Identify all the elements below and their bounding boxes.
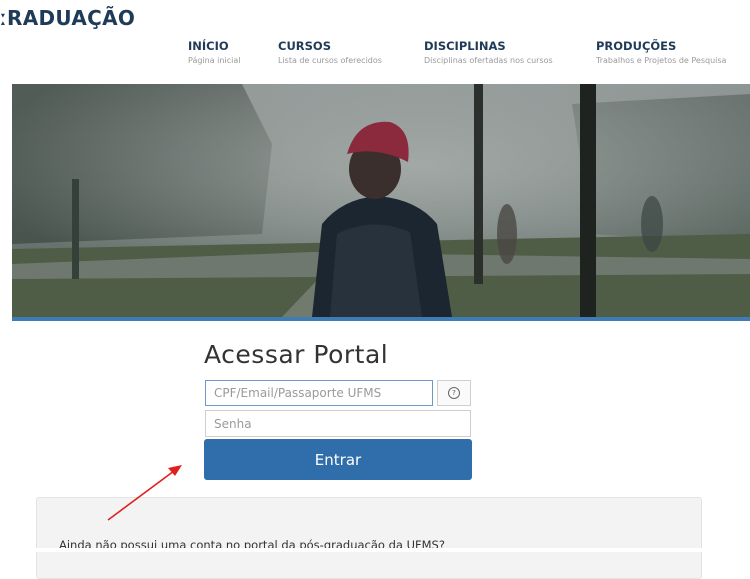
nav-inicio[interactable]: INÍCIO Página inicial	[188, 39, 240, 65]
nav-inicio-title: INÍCIO	[188, 39, 229, 53]
nav-disciplinas-title: DISCIPLINAS	[424, 39, 506, 53]
nav-disciplinas-subtitle: Disciplinas ofertadas nos cursos	[424, 56, 553, 65]
annotation-arrow	[107, 465, 182, 521]
nav-cursos[interactable]: CURSOS Lista de cursos oferecidos	[278, 39, 382, 65]
nav-producoes-subtitle: Trabalhos e Projetos de Pesquisa	[596, 56, 727, 65]
hero-divider	[12, 317, 750, 321]
nav-producoes-title: PRODUÇÕES	[596, 39, 677, 53]
page-bottom-edge	[0, 548, 750, 552]
password-field[interactable]	[205, 410, 471, 437]
nav-inicio-subtitle: Página inicial	[188, 56, 241, 65]
site-brand[interactable]: ːRADUAÇÃO	[0, 6, 135, 30]
hero-foggy-campus-photo	[12, 84, 750, 317]
nav-cursos-title: CURSOS	[278, 39, 331, 53]
help-icon: ?	[448, 387, 460, 399]
nav-disciplinas[interactable]: DISCIPLINAS Disciplinas ofertadas nos cu…	[424, 39, 553, 65]
nav-producoes[interactable]: PRODUÇÕES Trabalhos e Projetos de Pesqui…	[596, 39, 726, 65]
login-title: Acessar Portal	[204, 340, 389, 369]
nav-cursos-subtitle: Lista de cursos oferecidos	[278, 56, 382, 65]
username-field[interactable]	[205, 380, 433, 406]
submit-button[interactable]: Entrar	[204, 439, 472, 480]
help-button[interactable]: ?	[437, 380, 471, 406]
hero-image	[12, 84, 750, 317]
